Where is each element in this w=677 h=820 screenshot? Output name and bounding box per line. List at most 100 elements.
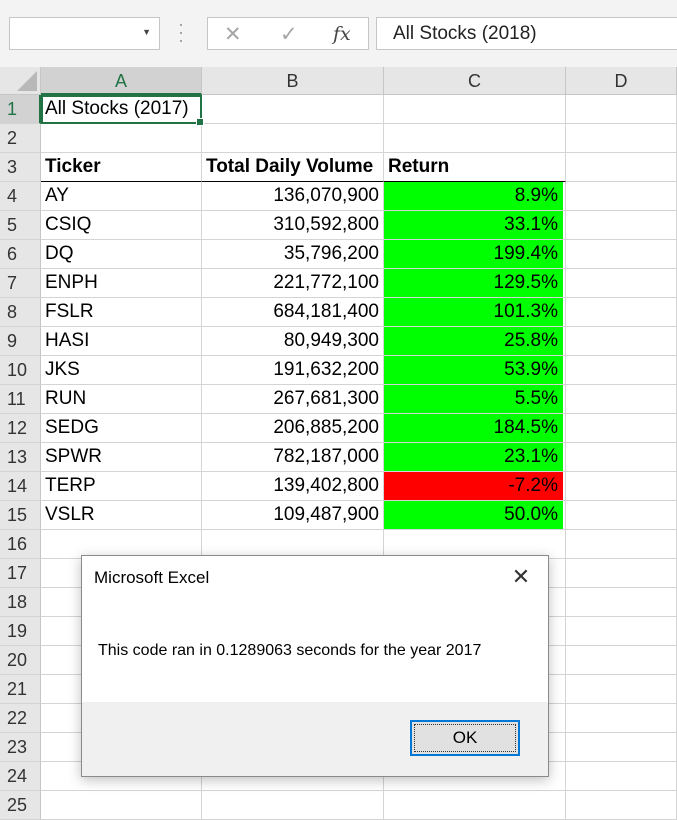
cell-ticker[interactable]: JKS	[41, 356, 202, 385]
cancel-icon[interactable]: ✕	[224, 22, 242, 47]
header-ticker[interactable]: Ticker	[41, 153, 202, 182]
close-icon[interactable]: ✕	[506, 562, 536, 592]
cell-total-daily-volume[interactable]: 267,681,300	[202, 385, 384, 414]
header-total-daily-volume[interactable]: Total Daily Volume	[202, 153, 384, 182]
cell-ticker[interactable]: CSIQ	[41, 211, 202, 240]
cell-return[interactable]: 129.5%	[384, 269, 563, 297]
row-header-9[interactable]: 9	[0, 327, 41, 356]
cell-ticker[interactable]: AY	[41, 182, 202, 211]
cell-a1-title[interactable]: All Stocks (2017)	[41, 95, 202, 124]
column-header-c[interactable]: C	[384, 67, 566, 95]
header-return[interactable]: Return	[384, 153, 566, 182]
cell-total-daily-volume[interactable]: 191,632,200	[202, 356, 384, 385]
column-header-b[interactable]: B	[202, 67, 384, 95]
cell-ticker[interactable]: VSLR	[41, 501, 202, 530]
cell[interactable]	[566, 646, 677, 675]
cell[interactable]	[41, 791, 202, 820]
cell-total-daily-volume[interactable]: 310,592,800	[202, 211, 384, 240]
cell[interactable]	[566, 443, 677, 472]
cell[interactable]	[566, 791, 677, 820]
cell-total-daily-volume[interactable]: 109,487,900	[202, 501, 384, 530]
enter-icon[interactable]: ✓	[280, 22, 298, 47]
cell[interactable]	[566, 559, 677, 588]
row-header-6[interactable]: 6	[0, 240, 41, 269]
row-header-13[interactable]: 13	[0, 443, 41, 472]
cell-return[interactable]: 184.5%	[384, 414, 563, 442]
cell-ticker[interactable]: RUN	[41, 385, 202, 414]
row-header-3[interactable]: 3	[0, 153, 41, 182]
cell-return[interactable]: -7.2%	[384, 472, 563, 500]
select-all-corner[interactable]	[0, 67, 41, 95]
cell-total-daily-volume[interactable]: 782,187,000	[202, 443, 384, 472]
cell-ticker[interactable]: FSLR	[41, 298, 202, 327]
row-header-14[interactable]: 14	[0, 472, 41, 501]
row-header-19[interactable]: 19	[0, 617, 41, 646]
cell[interactable]	[566, 617, 677, 646]
cell[interactable]	[566, 124, 677, 153]
cell-return[interactable]: 53.9%	[384, 356, 563, 384]
cell-total-daily-volume[interactable]: 80,949,300	[202, 327, 384, 356]
row-header-4[interactable]: 4	[0, 182, 41, 211]
row-header-22[interactable]: 22	[0, 704, 41, 733]
cell-total-daily-volume[interactable]: 139,402,800	[202, 472, 384, 501]
row-header-1[interactable]: 1	[0, 95, 41, 124]
cell-ticker[interactable]: SEDG	[41, 414, 202, 443]
cell[interactable]	[566, 414, 677, 443]
name-box-dropdown-icon[interactable]: ▼	[142, 27, 151, 37]
cell[interactable]	[566, 704, 677, 733]
cell-return[interactable]: 5.5%	[384, 385, 563, 413]
cell[interactable]	[566, 327, 677, 356]
cell[interactable]	[566, 240, 677, 269]
row-header-12[interactable]: 12	[0, 414, 41, 443]
cell-ticker[interactable]: HASI	[41, 327, 202, 356]
cell-total-daily-volume[interactable]: 684,181,400	[202, 298, 384, 327]
column-header-d[interactable]: D	[566, 67, 677, 95]
cell[interactable]	[566, 501, 677, 530]
row-header-7[interactable]: 7	[0, 269, 41, 298]
row-header-18[interactable]: 18	[0, 588, 41, 617]
row-header-20[interactable]: 20	[0, 646, 41, 675]
row-header-25[interactable]: 25	[0, 791, 41, 820]
row-header-10[interactable]: 10	[0, 356, 41, 385]
cell-ticker[interactable]: ENPH	[41, 269, 202, 298]
cell[interactable]	[566, 153, 677, 182]
cell-total-daily-volume[interactable]: 136,070,900	[202, 182, 384, 211]
row-header-5[interactable]: 5	[0, 211, 41, 240]
cell-total-daily-volume[interactable]: 35,796,200	[202, 240, 384, 269]
row-header-2[interactable]: 2	[0, 124, 41, 153]
cell[interactable]	[384, 791, 566, 820]
cell-ticker[interactable]: TERP	[41, 472, 202, 501]
cell-return[interactable]: 50.0%	[384, 501, 563, 529]
cell-return[interactable]: 23.1%	[384, 443, 563, 471]
row-header-15[interactable]: 15	[0, 501, 41, 530]
row-header-16[interactable]: 16	[0, 530, 41, 559]
ok-button[interactable]: OK	[410, 720, 520, 756]
insert-function-icon[interactable]: fx	[333, 23, 351, 45]
cell-total-daily-volume[interactable]: 206,885,200	[202, 414, 384, 443]
cell[interactable]	[566, 762, 677, 791]
row-header-21[interactable]: 21	[0, 675, 41, 704]
cell[interactable]	[566, 588, 677, 617]
row-header-23[interactable]: 23	[0, 733, 41, 762]
cell[interactable]	[566, 356, 677, 385]
cell[interactable]	[41, 124, 202, 153]
cell[interactable]	[384, 124, 566, 153]
cell[interactable]	[566, 472, 677, 501]
more-options-icon[interactable]: · · ·	[178, 15, 184, 49]
row-header-8[interactable]: 8	[0, 298, 41, 327]
cell-ticker[interactable]: SPWR	[41, 443, 202, 472]
cell[interactable]	[202, 124, 384, 153]
cell-total-daily-volume[interactable]: 221,772,100	[202, 269, 384, 298]
cell-ticker[interactable]: DQ	[41, 240, 202, 269]
cell[interactable]	[202, 791, 384, 820]
row-header-17[interactable]: 17	[0, 559, 41, 588]
cell[interactable]	[566, 385, 677, 414]
cell[interactable]	[566, 182, 677, 211]
cell-return[interactable]: 25.8%	[384, 327, 563, 355]
cell[interactable]	[566, 269, 677, 298]
cell[interactable]	[566, 298, 677, 327]
cell-return[interactable]: 101.3%	[384, 298, 563, 326]
cell[interactable]	[384, 95, 566, 124]
cell-return[interactable]: 33.1%	[384, 211, 563, 239]
cell[interactable]	[566, 675, 677, 704]
